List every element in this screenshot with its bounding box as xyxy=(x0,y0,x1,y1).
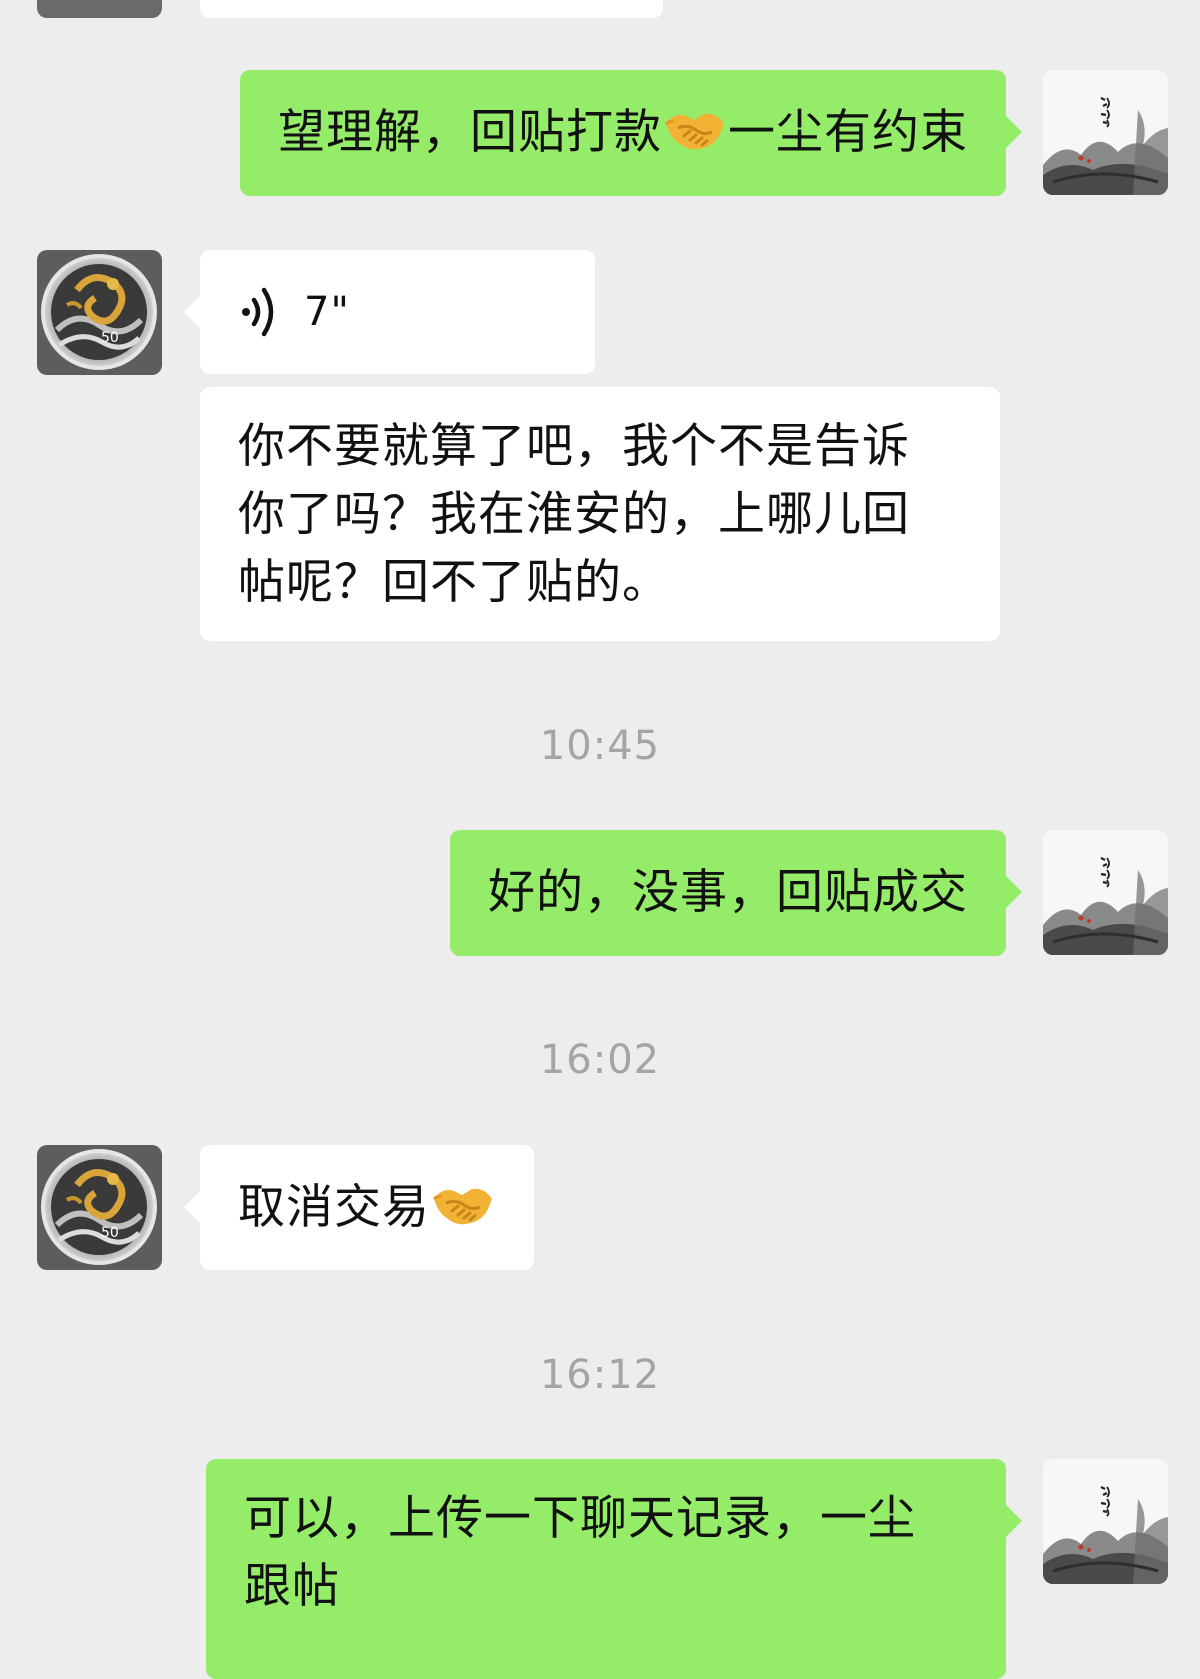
message-line: 帖呢？回不了贴的。 xyxy=(238,555,670,610)
incoming-message-bubble[interactable]: 取消交易 xyxy=(184,1145,534,1270)
timestamp: 10:45 xyxy=(539,723,661,769)
timestamp: 16:02 xyxy=(539,1037,661,1083)
message-line: 你不要就算了吧，我个不是告诉 xyxy=(238,419,910,474)
dragon-coin-icon xyxy=(37,1145,162,1270)
message-line: 你了吗？我在淮安的，上哪儿回 xyxy=(238,487,910,542)
voice-duration: 7" xyxy=(304,289,350,335)
self-avatar[interactable] xyxy=(1043,1459,1168,1584)
self-avatar[interactable] xyxy=(1043,830,1168,955)
message-text: 好的，没事，回贴成交 xyxy=(488,865,968,920)
handshake-emoji-icon xyxy=(432,1181,494,1229)
message-text: 取消交易 xyxy=(238,1179,430,1235)
self-avatar[interactable] xyxy=(1043,70,1168,195)
partial-message-bubble[interactable] xyxy=(200,0,663,18)
timestamp: 16:12 xyxy=(539,1352,661,1398)
incoming-message-bubble[interactable]: 你不要就算了吧，我个不是告诉 你了吗？我在淮安的，上哪儿回 帖呢？回不了贴的。 xyxy=(200,387,1000,641)
chat-area[interactable]: 望理解，回贴打款 一尘有约束 7" 你不要就算了吧，我个不是告诉 你了吗？我在淮安… xyxy=(0,0,1200,1679)
outgoing-message-bubble[interactable]: 望理解，回贴打款 一尘有约束 xyxy=(240,70,1022,196)
outgoing-message-bubble[interactable]: 可以，上传一下聊天记录，一尘 跟帖 xyxy=(206,1459,1022,1679)
outgoing-message-bubble[interactable]: 好的，没事，回贴成交 xyxy=(450,830,1022,956)
ink-landscape-icon xyxy=(1043,1459,1168,1584)
voice-message-bubble[interactable]: 7" xyxy=(184,250,595,374)
ink-landscape-icon xyxy=(1043,830,1168,955)
message-text: 望理解，回贴打款 xyxy=(278,105,662,160)
message-line: 跟帖 xyxy=(244,1559,340,1614)
message-text: 一尘有约束 xyxy=(728,105,968,160)
handshake-emoji-icon xyxy=(664,106,726,154)
voice-wave-icon xyxy=(242,287,274,337)
contact-avatar-partial[interactable] xyxy=(37,0,162,18)
dragon-coin-icon xyxy=(37,250,162,375)
contact-avatar[interactable] xyxy=(37,250,162,375)
ink-landscape-icon xyxy=(1043,70,1168,195)
contact-avatar[interactable] xyxy=(37,1145,162,1270)
message-line: 可以，上传一下聊天记录，一尘 xyxy=(244,1491,916,1546)
